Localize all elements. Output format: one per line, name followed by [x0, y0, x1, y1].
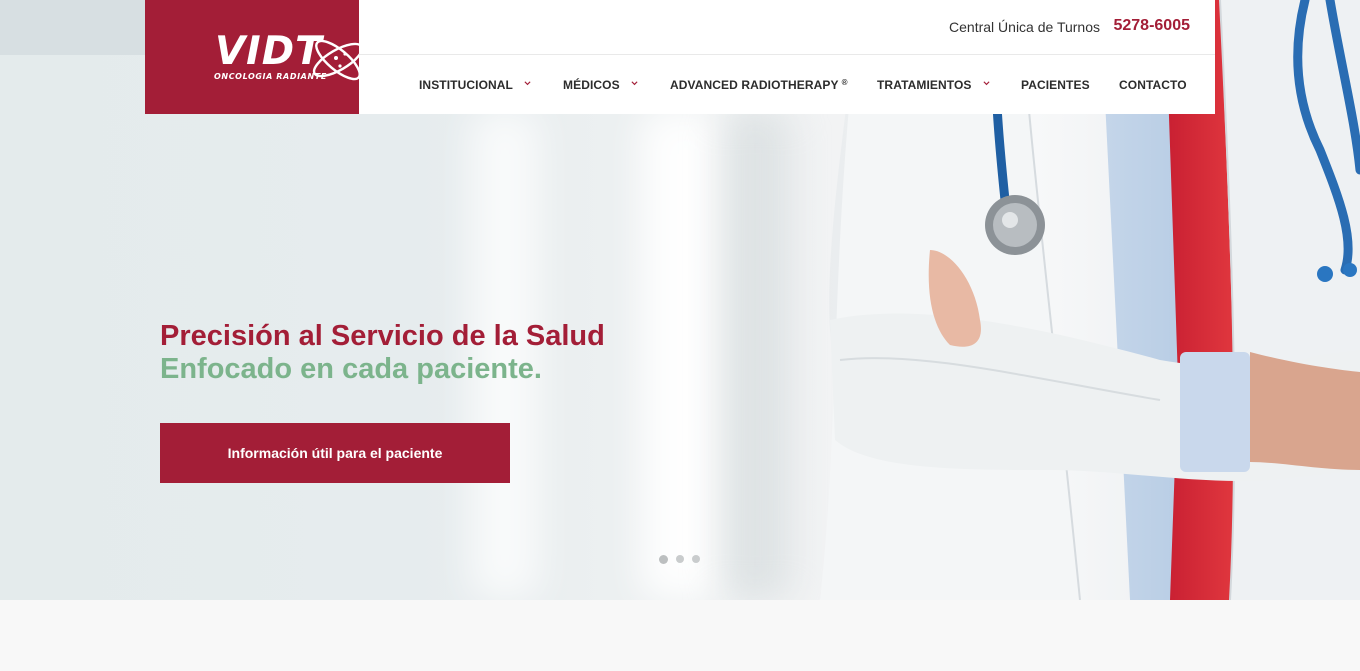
chevron-down-icon: [631, 80, 638, 85]
nav-label: ADVANCED RADIOTHERAPY: [670, 78, 839, 92]
chevron-down-icon: [524, 80, 531, 85]
logo[interactable]: VIDT ONCOLOGIA RADIANTE: [145, 0, 364, 114]
phone-number[interactable]: 5278-6005: [1113, 17, 1190, 35]
nav-label: PACIENTES: [1021, 78, 1090, 92]
nav-item-advanced-radiotherapy[interactable]: ADVANCED RADIOTHERAPY ®: [670, 76, 848, 94]
header: Central Única de Turnos 5278-6005: [359, 0, 1215, 114]
nav-item-tratamientos[interactable]: TRATAMIENTOS: [877, 76, 990, 94]
logo-wordmark: VIDT: [215, 29, 323, 74]
background-blur: [640, 110, 730, 600]
nav-label: CONTACTO: [1119, 78, 1187, 92]
background-blur: [720, 110, 790, 600]
nav-label: INSTITUCIONAL: [419, 78, 513, 92]
header-divider: [359, 54, 1215, 55]
nav-label: MÉDICOS: [563, 78, 620, 92]
chevron-down-icon: [982, 80, 990, 85]
nav-item-medicos[interactable]: MÉDICOS: [563, 76, 638, 94]
hero-headline: Precisión al Servicio de la Salud: [160, 320, 605, 352]
slider-dots: [659, 555, 700, 564]
registered-mark: ®: [841, 77, 848, 87]
nav-item-institucional[interactable]: INSTITUCIONAL: [419, 76, 531, 94]
nav-item-pacientes[interactable]: PACIENTES: [1021, 76, 1090, 94]
patient-info-button[interactable]: Información útil para el paciente: [160, 423, 510, 483]
logo-subtitle: ONCOLOGIA RADIANTE: [214, 72, 327, 81]
phone-label: Central Única de Turnos: [949, 19, 1100, 35]
content-section: [0, 600, 1360, 671]
slider-dot[interactable]: [659, 555, 668, 564]
nav-item-contacto[interactable]: CONTACTO: [1119, 76, 1187, 94]
nav-label: TRATAMIENTOS: [877, 78, 972, 92]
slider-dot[interactable]: [676, 555, 684, 563]
slider-dot[interactable]: [692, 555, 700, 563]
hero-subheadline: Enfocado en cada paciente.: [160, 353, 542, 385]
